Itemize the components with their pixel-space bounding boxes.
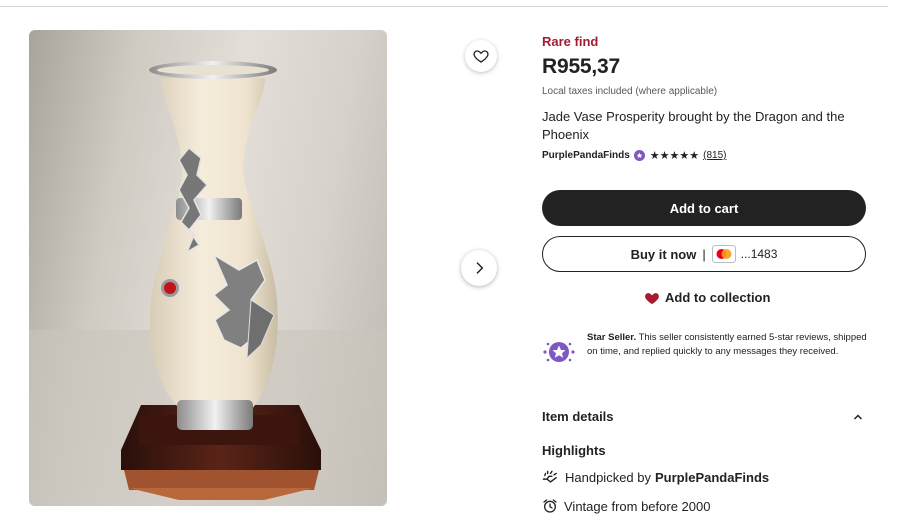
star-seller-info: Star Seller. This seller consistently ea… [542,331,872,369]
vintage-label: Vintage from before 2000 [564,498,711,514]
card-last-digits: ...1483 [740,247,778,261]
top-divider [0,6,888,7]
vase-illustration [29,61,387,506]
product-price: R955,37 [542,55,620,78]
star-seller-mini-icon [633,150,645,161]
highlight-handpicked: Handpicked by PurplePandaFinds [542,469,769,485]
tax-note: Local taxes included (where applicable) [542,86,718,97]
add-to-collection-label: Add to collection [665,290,771,305]
handpicked-shop-link[interactable]: PurplePandaFinds [655,470,769,485]
chevron-up-icon [853,413,863,420]
handpicked-prefix: Handpicked by [565,469,651,485]
favorite-button[interactable] [465,40,497,72]
star-seller-text: Star Seller. This seller consistently ea… [587,331,872,369]
heart-filled-icon [645,293,659,305]
buy-it-now-label: Buy it now [630,246,697,262]
rating-stars: ★★★★★ [649,150,700,162]
rare-find-badge: Rare find [542,34,599,49]
buy-separator: | [702,246,706,262]
item-details-label: Item details [542,409,614,424]
buy-it-now-button[interactable]: Buy it now | ...1483 [542,236,866,272]
product-title: Jade Vase Prosperity brought by the Drag… [542,109,845,142]
shop-info-row: PurplePandaFinds ★★★★★ (815) [542,149,726,162]
shop-name-link[interactable]: PurplePandaFinds [542,150,630,161]
heart-outline-icon [473,50,489,63]
add-to-cart-button[interactable]: Add to cart [542,190,866,226]
hand-icon [542,470,557,483]
add-to-collection-button[interactable]: Add to collection [644,290,770,305]
highlights-heading: Highlights [542,443,606,458]
review-count-link[interactable]: (815) [703,150,726,161]
star-seller-heading: Star Seller. [587,332,637,343]
star-seller-badge-icon [543,342,575,362]
alarm-clock-icon [543,499,557,513]
product-image[interactable] [29,30,387,506]
highlight-vintage: Vintage from before 2000 [542,498,710,514]
item-details-toggle[interactable]: Item details [542,409,864,424]
next-image-button[interactable] [461,250,497,286]
chevron-right-icon [476,262,484,274]
mastercard-icon [711,245,736,263]
